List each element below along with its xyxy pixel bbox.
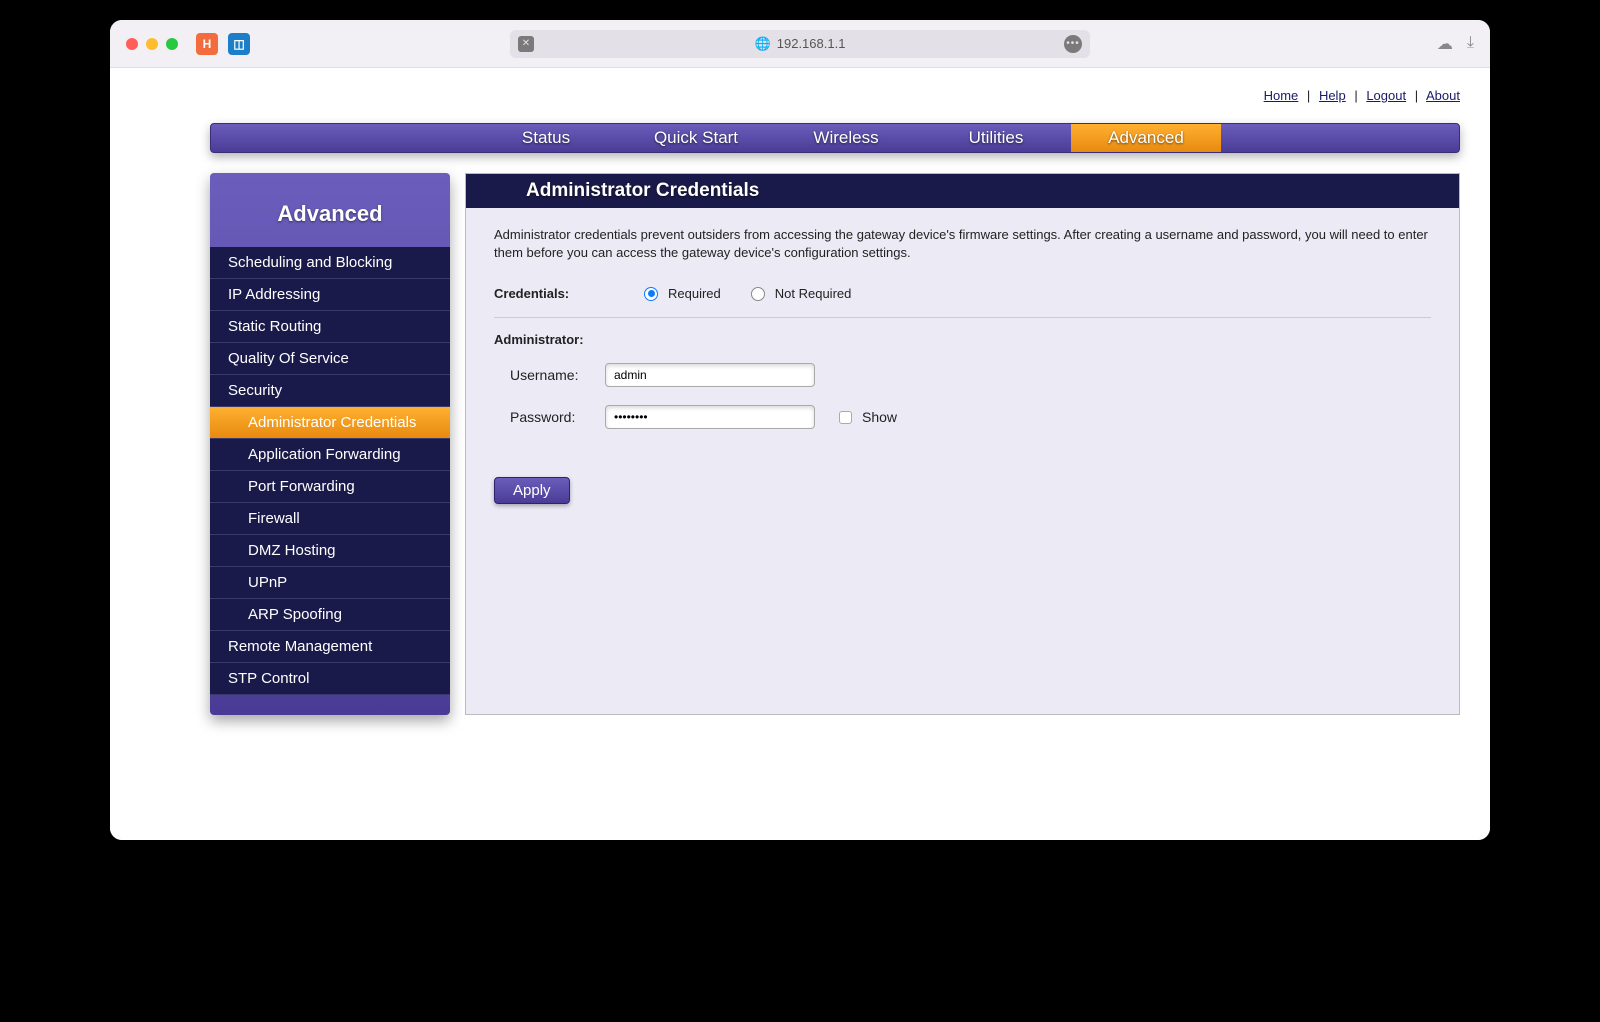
address-bar[interactable]: ✕ 🌐 192.168.1.1 ••• [510, 30, 1090, 58]
show-password-checkbox[interactable] [839, 411, 852, 424]
username-row: Username: [494, 363, 1431, 387]
more-icon[interactable]: ••• [1064, 35, 1082, 53]
sidebar-item-firewall[interactable]: Firewall [210, 503, 450, 535]
sidebar-item-qos[interactable]: Quality Of Service [210, 343, 450, 375]
radio-not-required-label: Not Required [775, 286, 852, 301]
main-body: Administrator credentials prevent outsid… [466, 208, 1459, 522]
credentials-label: Credentials: [494, 286, 614, 301]
divider [494, 317, 1431, 318]
admin-section-label: Administrator: [494, 332, 1431, 347]
password-input[interactable] [605, 405, 815, 429]
description-text: Administrator credentials prevent outsid… [494, 226, 1431, 262]
main-panel: Administrator Credentials Administrator … [465, 173, 1460, 715]
main-nav: Status Quick Start Wireless Utilities Ad… [210, 123, 1460, 153]
top-links: Home | Help | Logout | About [110, 68, 1490, 113]
sidebar-item-dmz[interactable]: DMZ Hosting [210, 535, 450, 567]
nav-utilities[interactable]: Utilities [921, 124, 1071, 152]
apply-button[interactable]: Apply [494, 477, 570, 504]
link-help[interactable]: Help [1319, 88, 1346, 103]
maximize-icon[interactable] [166, 38, 178, 50]
download-icon[interactable]: ⤓ [1467, 34, 1474, 54]
sidebar-item-security[interactable]: Security [210, 375, 450, 407]
stop-icon[interactable]: ✕ [518, 36, 534, 52]
toolbar-right: ☁ ⤓ [1437, 34, 1474, 54]
password-row: Password: Show [494, 405, 1431, 429]
toolbar-app-icons: H ◫ [196, 33, 250, 55]
link-logout[interactable]: Logout [1366, 88, 1406, 103]
nav-wireless[interactable]: Wireless [771, 124, 921, 152]
sidebar-title: Advanced [210, 173, 450, 247]
sidebar-item-ip-addressing[interactable]: IP Addressing [210, 279, 450, 311]
radio-required-label: Required [668, 286, 721, 301]
content-area: Advanced Scheduling and Blocking IP Addr… [110, 153, 1490, 735]
show-password-wrap: Show [839, 409, 897, 425]
show-password-label: Show [862, 409, 897, 425]
app-icon-h[interactable]: H [196, 33, 218, 55]
sidebar-item-stp-control[interactable]: STP Control [210, 663, 450, 695]
nav-advanced[interactable]: Advanced [1071, 124, 1221, 152]
close-icon[interactable] [126, 38, 138, 50]
page-content: Home | Help | Logout | About Status Quic… [110, 68, 1490, 840]
username-input[interactable] [605, 363, 815, 387]
titlebar: H ◫ ✕ 🌐 192.168.1.1 ••• ☁ ⤓ [110, 20, 1490, 68]
sidebar-item-arp-spoofing[interactable]: ARP Spoofing [210, 599, 450, 631]
sidebar-item-remote-management[interactable]: Remote Management [210, 631, 450, 663]
radio-required[interactable] [644, 287, 658, 301]
sidebar-item-app-forwarding[interactable]: Application Forwarding [210, 439, 450, 471]
browser-window: H ◫ ✕ 🌐 192.168.1.1 ••• ☁ ⤓ Home | Help … [110, 20, 1490, 840]
page-title: Administrator Credentials [466, 174, 1459, 208]
username-label: Username: [510, 367, 605, 383]
minimize-icon[interactable] [146, 38, 158, 50]
radio-not-required-wrap[interactable]: Not Required [751, 286, 852, 301]
sidebar-item-scheduling[interactable]: Scheduling and Blocking [210, 247, 450, 279]
sidebar-item-upnp[interactable]: UPnP [210, 567, 450, 599]
cloud-icon[interactable]: ☁ [1437, 34, 1453, 54]
url-text: 192.168.1.1 [777, 36, 846, 51]
nav-status[interactable]: Status [471, 124, 621, 152]
link-about[interactable]: About [1426, 88, 1460, 103]
app-icon-trello[interactable]: ◫ [228, 33, 250, 55]
sidebar: Advanced Scheduling and Blocking IP Addr… [210, 173, 450, 715]
link-home[interactable]: Home [1264, 88, 1299, 103]
password-label: Password: [510, 409, 605, 425]
radio-not-required[interactable] [751, 287, 765, 301]
globe-icon: 🌐 [755, 36, 771, 52]
window-controls [126, 38, 178, 50]
sidebar-item-admin-credentials[interactable]: Administrator Credentials [210, 407, 450, 439]
radio-required-wrap[interactable]: Required [644, 286, 721, 301]
nav-quick-start[interactable]: Quick Start [621, 124, 771, 152]
sidebar-item-port-forwarding[interactable]: Port Forwarding [210, 471, 450, 503]
sidebar-item-static-routing[interactable]: Static Routing [210, 311, 450, 343]
credentials-row: Credentials: Required Not Required [494, 280, 1431, 307]
